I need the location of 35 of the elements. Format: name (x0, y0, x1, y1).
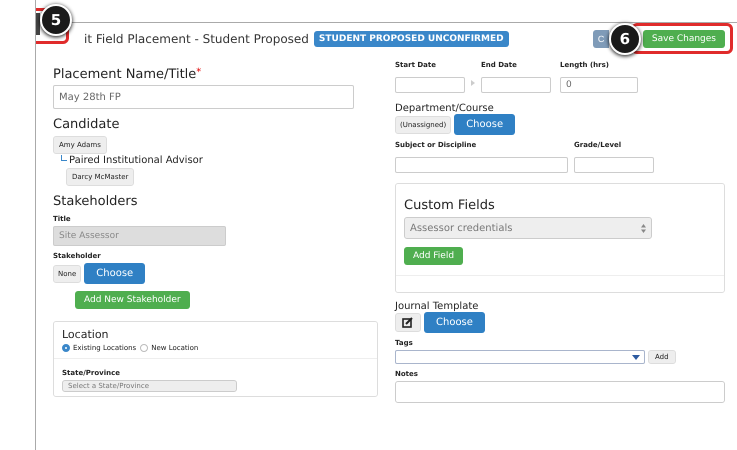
required-mark: * (196, 67, 202, 78)
custom-field-select[interactable]: Assessor credentials (404, 217, 652, 239)
placement-name-field[interactable]: May 28th FP (53, 85, 354, 109)
cancel-button[interactable]: C (592, 30, 609, 48)
tags-field[interactable] (395, 350, 645, 364)
dropdown-arrow-icon (632, 354, 640, 360)
tree-connector-icon (61, 155, 67, 161)
save-button[interactable]: Save Changes (642, 30, 725, 48)
length-field[interactable]: 0 (560, 77, 638, 93)
section-heading: Journal Template (395, 301, 478, 312)
step-callout: 6 (608, 23, 641, 55)
subject-field[interactable] (395, 157, 568, 173)
grade-field[interactable] (574, 157, 654, 173)
edit-button[interactable] (395, 313, 421, 332)
page-title: it Field Placement - Student Proposed (84, 32, 309, 46)
section-heading: Custom Fields (404, 198, 496, 213)
edit-icon (402, 317, 414, 328)
field-label: Placement Name/Title (53, 67, 196, 82)
section-heading: Candidate (53, 117, 120, 132)
start-date-field[interactable] (395, 77, 465, 93)
choose-button[interactable]: Choose (424, 312, 485, 333)
section-heading: Location (62, 328, 110, 341)
notes-field[interactable] (395, 381, 725, 403)
add-stakeholder-button[interactable]: Add New Stakeholder (75, 291, 190, 309)
section-heading: Paired Institutional Advisor (69, 155, 203, 166)
choose-button[interactable]: Choose (84, 263, 146, 284)
sort-arrows-icon (641, 224, 646, 232)
arrow-right-icon (471, 80, 475, 86)
status-badge: STUDENT PROPOSED UNCONFIRMED (314, 31, 509, 47)
choose-button[interactable]: Choose (454, 114, 516, 135)
end-date-field[interactable] (481, 77, 551, 93)
step-callout: 5 (40, 4, 72, 36)
section-heading: Department/Course (395, 103, 494, 114)
section-heading: Stakeholders (53, 194, 138, 209)
add-field-button[interactable]: Add Field (404, 247, 464, 265)
